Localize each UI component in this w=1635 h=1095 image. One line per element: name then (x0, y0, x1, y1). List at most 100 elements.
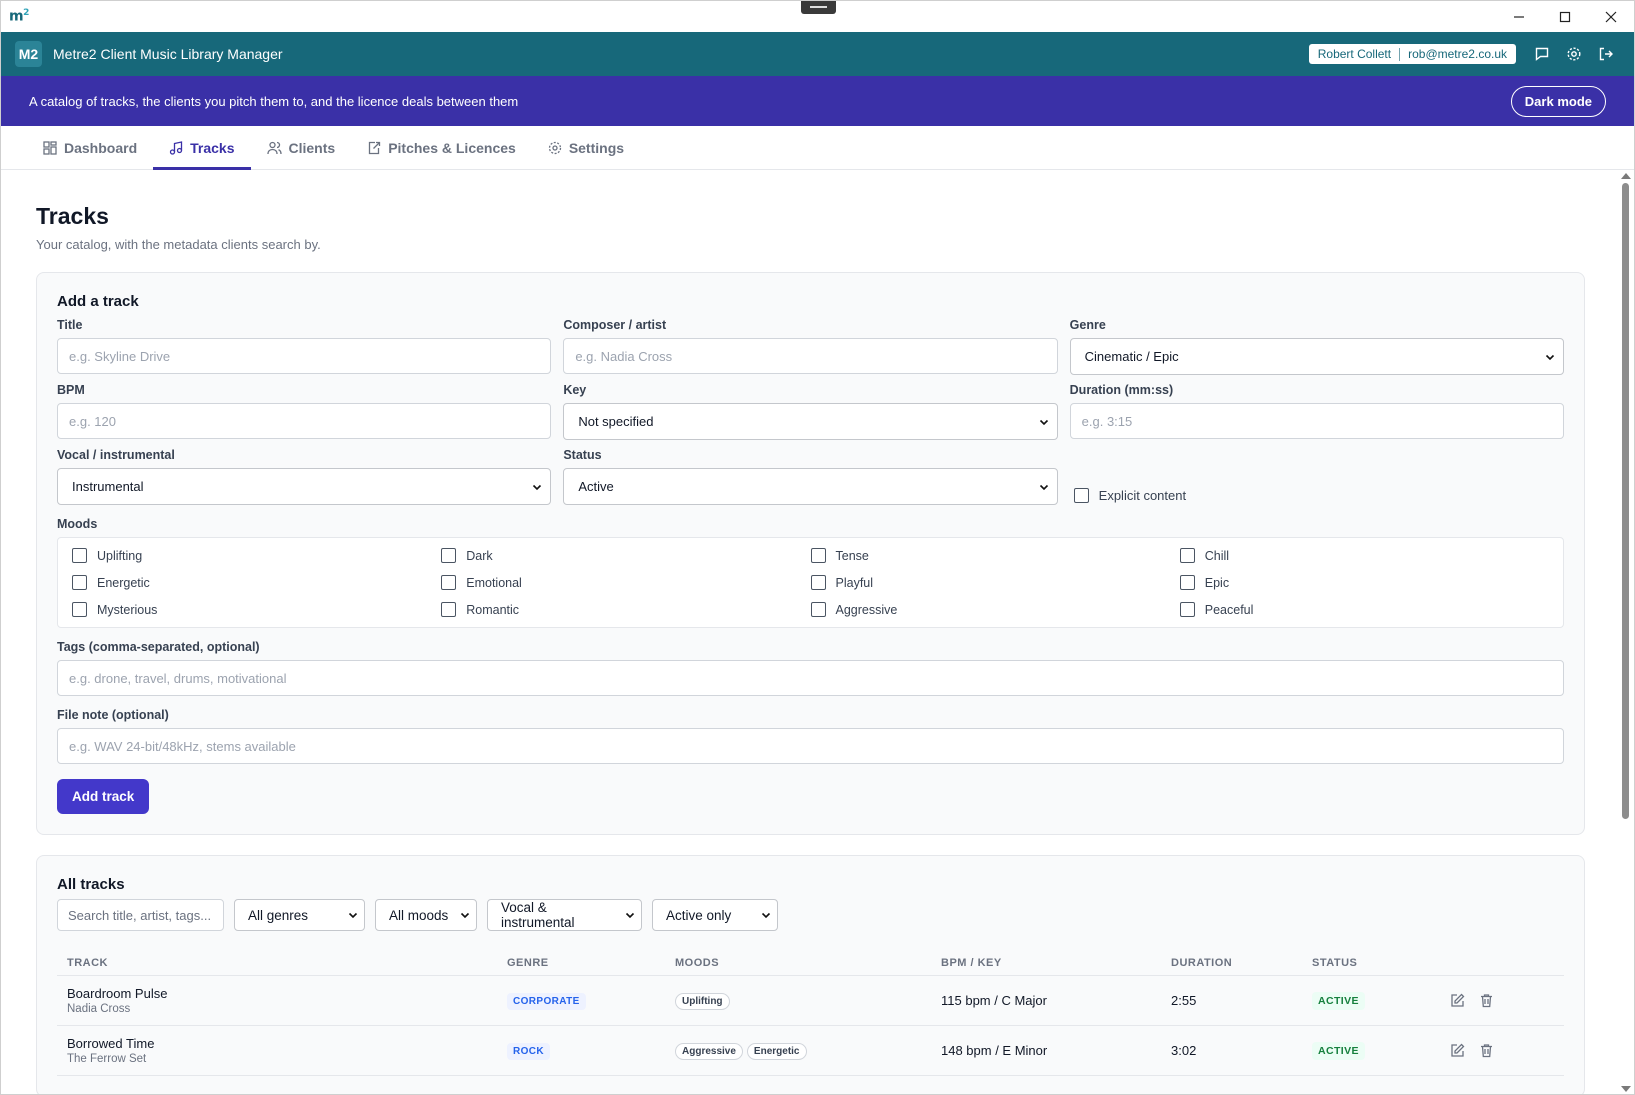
track-filters: Search title, artist, tags... All genres… (57, 899, 1564, 931)
main-tabs: Dashboard Tracks Clients Pitches & Licen… (1, 126, 1634, 170)
trash-icon[interactable] (1479, 993, 1494, 1008)
send-icon (369, 141, 381, 154)
mood-checkbox[interactable] (72, 548, 87, 563)
feedback-button[interactable] (1528, 40, 1556, 68)
dark-mode-button[interactable]: Dark mode (1510, 85, 1606, 117)
tags-input[interactable]: e.g. drone, travel, drums, motivational (57, 660, 1564, 696)
bpm-key-cell: 148 bpm / E Minor (931, 1025, 1161, 1076)
mood-chip: Aggressive (675, 1042, 743, 1060)
status-label: Status (563, 448, 602, 462)
scroll-up-arrow[interactable] (1621, 173, 1631, 179)
status-filter-select[interactable]: Active only (652, 899, 778, 931)
page-subtitle: Your catalog, with the metadata clients … (36, 237, 321, 252)
column-header-bpm-key[interactable]: BPM / KEY (931, 951, 1161, 976)
logout-button[interactable] (1592, 40, 1620, 68)
mood-option[interactable]: Tense (810, 548, 1180, 563)
status-select[interactable]: Active (563, 468, 1058, 505)
mood-option[interactable]: Emotional (441, 575, 810, 590)
vocal-select[interactable]: Instrumental (57, 468, 552, 505)
bpm-label: BPM (57, 383, 85, 397)
mood-option[interactable]: Mysterious (72, 602, 441, 617)
duration-input[interactable]: e.g. 3:15 (1069, 403, 1564, 439)
tab-dashboard[interactable]: Dashboard (27, 126, 153, 169)
vocal-filter-select[interactable]: Vocal & instrumental (487, 899, 642, 931)
table-header-row: TRACK GENRE MOODS BPM / KEY DURATION STA… (57, 951, 1564, 976)
genre-filter-select[interactable]: All genres (234, 899, 365, 931)
tab-settings[interactable]: Settings (532, 126, 640, 169)
settings-button[interactable] (1560, 40, 1588, 68)
title-input[interactable]: e.g. Skyline Drive (57, 338, 552, 374)
column-header-status[interactable]: STATUS (1302, 951, 1440, 976)
minimize-button[interactable] (1496, 1, 1542, 32)
explicit-checkbox-row[interactable]: Explicit content (1070, 448, 1564, 503)
mood-option[interactable]: Aggressive (810, 602, 1180, 617)
user-pill[interactable]: Robert Collett rob@metre2.co.uk (1308, 44, 1516, 64)
scrollbar-thumb[interactable] (1622, 183, 1629, 819)
edit-icon[interactable] (1450, 993, 1465, 1008)
window-drag-handle[interactable] (801, 1, 836, 14)
column-header-track[interactable]: TRACK (57, 951, 497, 976)
add-track-button[interactable]: Add track (57, 779, 150, 814)
filenote-input[interactable]: e.g. WAV 24-bit/48kHz, stems available (57, 728, 1564, 764)
mood-checkbox[interactable] (441, 548, 457, 563)
genre-badge: CORPORATE (507, 992, 586, 1010)
mood-option[interactable]: Epic (1179, 575, 1549, 590)
mood-option[interactable]: Peaceful (1179, 602, 1549, 617)
mood-option[interactable]: Romantic (441, 602, 810, 617)
track-search-input[interactable]: Search title, artist, tags... (57, 899, 224, 931)
maximize-icon (1559, 11, 1571, 22)
mood-checkbox[interactable] (441, 602, 457, 617)
moods-checkbox-group: Uplifting Dark Tense Chill Energetic Emo… (57, 537, 1564, 628)
mood-checkbox[interactable] (72, 602, 87, 617)
mood-checkbox[interactable] (810, 602, 826, 617)
bpm-key-cell: 115 bpm / C Major (931, 975, 1161, 1026)
column-header-duration[interactable]: DURATION (1161, 951, 1302, 976)
mood-checkbox[interactable] (1179, 575, 1195, 590)
mood-checkbox[interactable] (441, 575, 457, 590)
mood-checkbox[interactable] (810, 548, 826, 563)
app-window: m2 M2 Metre2 Client Music Library Manage… (0, 0, 1635, 1095)
mood-checkbox[interactable] (1179, 548, 1195, 563)
column-header-moods[interactable]: MOODS (665, 951, 931, 976)
explicit-checkbox[interactable] (1073, 488, 1089, 503)
key-select[interactable]: Not specified (563, 403, 1058, 440)
genre-label: Genre (1069, 318, 1106, 332)
mood-checkbox[interactable] (72, 575, 87, 590)
tab-clients[interactable]: Clients (251, 126, 352, 169)
genre-select[interactable]: Cinematic / Epic (1069, 338, 1564, 375)
genre-badge: ROCK (507, 1042, 551, 1060)
scroll-down-arrow[interactable] (1621, 1086, 1631, 1092)
column-header-genre[interactable]: GENRE (497, 951, 665, 976)
tab-pitches-licences[interactable]: Pitches & Licences (351, 126, 532, 169)
app-header: M2 Metre2 Client Music Library Manager R… (1, 32, 1634, 76)
composer-input[interactable]: e.g. Nadia Cross (563, 338, 1058, 374)
table-row[interactable]: Boardroom Pulse Nadia Cross CORPORATE Upl… (57, 975, 1564, 1026)
os-titlebar: m2 (1, 1, 1634, 32)
close-button[interactable] (1588, 1, 1634, 32)
duration-label: Duration (mm:ss) (1069, 383, 1174, 397)
app-title: Metre2 Client Music Library Manager (53, 46, 283, 62)
explicit-label: Explicit content (1098, 488, 1187, 503)
mood-option[interactable]: Uplifting (72, 548, 441, 563)
all-tracks-card: All tracks Search title, artist, tags...… (36, 855, 1585, 1094)
edit-icon[interactable] (1450, 1043, 1465, 1058)
vocal-label: Vocal / instrumental (57, 448, 175, 462)
user-email: rob@metre2.co.uk (1408, 47, 1507, 61)
gear-icon (548, 141, 561, 154)
mood-option[interactable]: Dark (441, 548, 810, 563)
close-icon (1605, 11, 1617, 22)
chevron-down-icon (348, 912, 358, 919)
mood-option[interactable]: Playful (810, 575, 1180, 590)
mood-checkbox[interactable] (1179, 602, 1195, 617)
mood-option[interactable]: Chill (1179, 548, 1549, 563)
maximize-button[interactable] (1542, 1, 1588, 32)
table-row[interactable]: Borrowed Time The Ferrow Set ROCK Aggress… (57, 1025, 1564, 1076)
mood-filter-select[interactable]: All moods (375, 899, 477, 931)
tab-tracks[interactable]: Tracks (153, 126, 251, 170)
bpm-input[interactable]: e.g. 120 (57, 403, 552, 439)
vertical-scrollbar[interactable] (1617, 171, 1634, 1094)
trash-icon[interactable] (1479, 1043, 1494, 1058)
mood-checkbox[interactable] (810, 575, 826, 590)
mood-option[interactable]: Energetic (72, 575, 441, 590)
key-label: Key (563, 383, 587, 397)
